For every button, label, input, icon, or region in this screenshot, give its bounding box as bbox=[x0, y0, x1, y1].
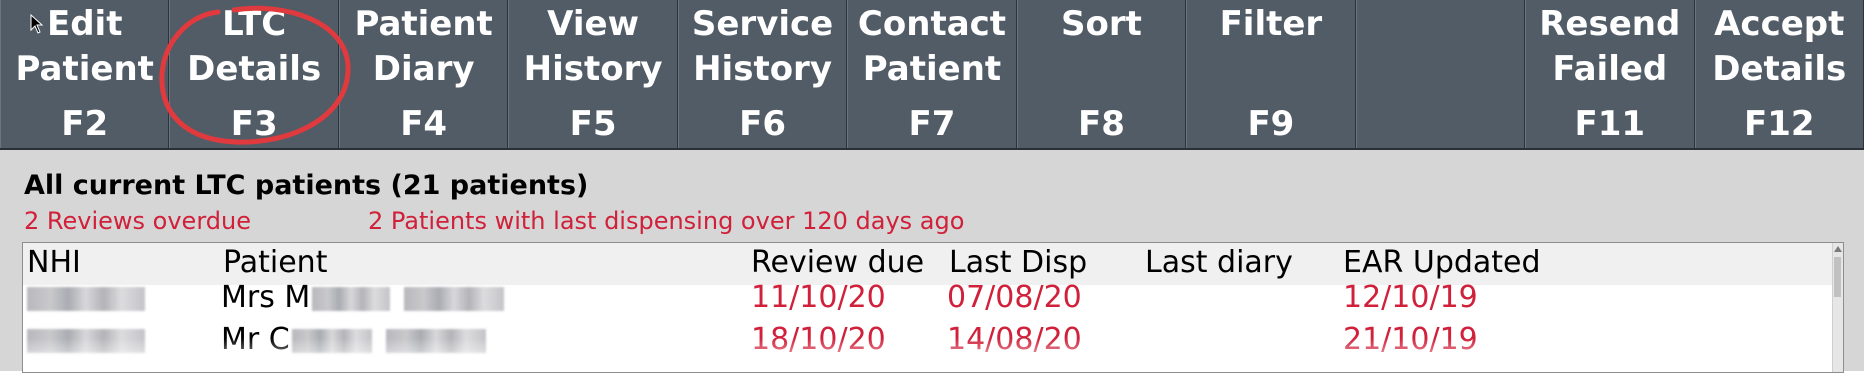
sort-label: Sort bbox=[1061, 4, 1142, 44]
patient-diary-label: Patient Diary bbox=[354, 4, 493, 89]
ear-updated-cell: 21/10/19 bbox=[1343, 322, 1478, 357]
sort-button[interactable]: Sort F8 bbox=[1016, 0, 1187, 148]
nhi-cell bbox=[25, 277, 145, 319]
f4-key-label: F4 bbox=[400, 104, 448, 144]
service-history-button[interactable]: Service History F6 bbox=[677, 0, 848, 148]
f12-key-label: F12 bbox=[1743, 104, 1815, 144]
patient-name: Mrs M bbox=[221, 280, 311, 315]
contact-patient-button[interactable]: Contact Patient F7 bbox=[847, 0, 1017, 148]
f7-key-label: F7 bbox=[908, 104, 956, 144]
edit-patient-button[interactable]: Edit Patient F2 bbox=[0, 0, 170, 148]
table-row[interactable]: Mrs M 11/10/20 07/08/20 12/10/19 bbox=[23, 277, 1833, 319]
review-due-cell: 18/10/20 bbox=[751, 322, 886, 357]
last-disp-cell: 07/08/20 bbox=[947, 280, 1082, 315]
patient-diary-button[interactable]: Patient Diary F4 bbox=[338, 0, 509, 148]
empty-f10-button bbox=[1355, 0, 1526, 148]
redacted-name bbox=[404, 286, 505, 311]
filter-button[interactable]: Filter F9 bbox=[1186, 0, 1356, 148]
f9-key-label: F9 bbox=[1247, 104, 1295, 144]
column-header-patient[interactable]: Patient bbox=[223, 245, 327, 280]
filter-label: Filter bbox=[1219, 4, 1323, 44]
redacted-name bbox=[291, 328, 372, 353]
accept-details-label: Accept Details bbox=[1712, 4, 1847, 89]
patient-cell: Mrs M bbox=[221, 277, 505, 319]
scroll-thumb[interactable] bbox=[1834, 257, 1841, 297]
f11-key-label: F11 bbox=[1574, 104, 1646, 144]
redacted-name bbox=[312, 286, 391, 311]
f8-key-label: F8 bbox=[1078, 104, 1125, 144]
column-header-nhi[interactable]: NHI bbox=[27, 245, 81, 280]
review-due-cell: 11/10/20 bbox=[751, 280, 886, 315]
patient-list-panel: All current LTC patients (21 patients) 2… bbox=[0, 150, 1864, 373]
accept-details-button[interactable]: Accept Details F12 bbox=[1694, 0, 1864, 148]
scroll-up-arrow-icon[interactable] bbox=[1834, 246, 1842, 252]
ltc-details-button[interactable]: LTC Details F3 bbox=[169, 0, 339, 148]
table-row[interactable]: Mr C 18/10/20 14/08/20 21/10/19 bbox=[23, 319, 1833, 361]
edit-patient-label: Edit Patient bbox=[15, 4, 154, 89]
reviews-overdue-alert[interactable]: 2 Reviews overdue bbox=[24, 207, 251, 235]
panel-title: All current LTC patients (21 patients) bbox=[24, 170, 589, 201]
service-history-label: Service History bbox=[691, 4, 834, 89]
f3-key-label: F3 bbox=[230, 104, 278, 144]
patient-name: Mr C bbox=[221, 322, 290, 357]
f5-key-label: F5 bbox=[569, 104, 617, 144]
ltc-details-label: LTC Details bbox=[187, 4, 322, 89]
mouse-pointer-icon bbox=[30, 14, 44, 34]
redacted-nhi bbox=[27, 328, 145, 353]
vertical-scrollbar[interactable] bbox=[1832, 243, 1843, 372]
view-history-label: View History bbox=[523, 4, 663, 89]
function-key-toolbar: Edit Patient F2 LTC Details F3 Patient D… bbox=[0, 0, 1864, 150]
column-header-last-diary[interactable]: Last diary bbox=[1145, 245, 1293, 280]
f2-key-label: F2 bbox=[61, 104, 109, 144]
resend-failed-label: Resend Failed bbox=[1539, 4, 1681, 89]
column-header-review-due[interactable]: Review due bbox=[751, 245, 924, 280]
resend-failed-button[interactable]: Resend Failed F11 bbox=[1525, 0, 1695, 148]
contact-patient-label: Contact Patient bbox=[857, 4, 1007, 89]
f6-key-label: F6 bbox=[739, 104, 786, 144]
patient-table: NHI Patient Review due Last Disp Last di… bbox=[22, 242, 1844, 373]
ear-updated-cell: 12/10/19 bbox=[1343, 280, 1478, 315]
column-header-last-disp[interactable]: Last Disp bbox=[949, 245, 1087, 280]
nhi-cell bbox=[25, 319, 145, 361]
column-header-ear-updated[interactable]: EAR Updated bbox=[1343, 245, 1541, 280]
dispensing-alert[interactable]: 2 Patients with last dispensing over 120… bbox=[368, 207, 964, 235]
redacted-name bbox=[385, 328, 486, 353]
patient-cell: Mr C bbox=[221, 319, 486, 361]
redacted-nhi bbox=[27, 286, 145, 311]
last-disp-cell: 14/08/20 bbox=[947, 322, 1082, 357]
view-history-button[interactable]: View History F5 bbox=[508, 0, 678, 148]
